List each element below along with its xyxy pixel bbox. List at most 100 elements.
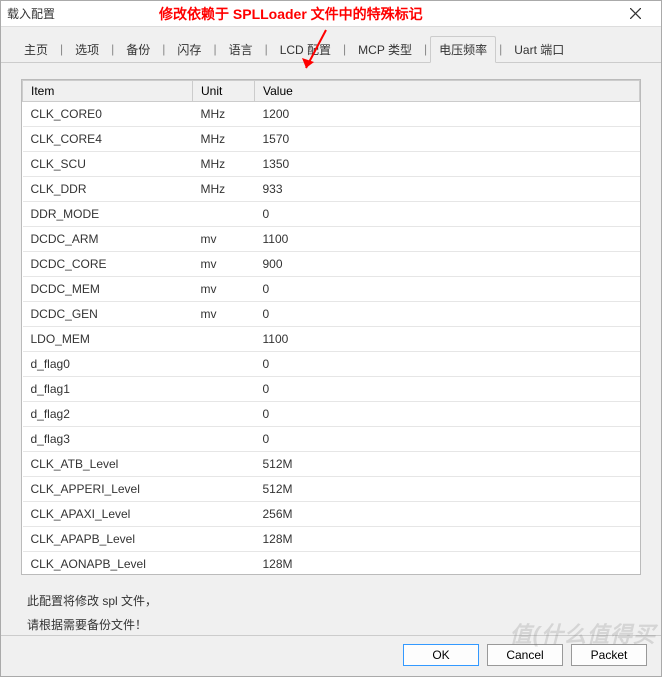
note-line-2: 请根据需要备份文件！ <box>27 613 635 635</box>
table-row[interactable]: DCDC_GENmv0 <box>23 302 640 327</box>
cell-unit <box>193 502 255 527</box>
table-row[interactable]: d_flag30 <box>23 427 640 452</box>
cell-value: 0 <box>255 377 640 402</box>
table-row[interactable]: DCDC_COREmv900 <box>23 252 640 277</box>
cell-value: 1200 <box>255 102 640 127</box>
tab-4[interactable]: 语言 <box>220 36 262 63</box>
cell-item: DCDC_ARM <box>23 227 193 252</box>
annotation-text: 修改依赖于 SPLLoader 文件中的特殊标记 <box>159 4 423 24</box>
notes: 此配置将修改 spl 文件， 请根据需要备份文件！ <box>21 575 641 635</box>
cell-item: DCDC_GEN <box>23 302 193 327</box>
cell-unit: mv <box>193 227 255 252</box>
tab-bar: 主页|选项|备份|闪存|语言|LCD 配置|MCP 类型|电压频率|Uart 端… <box>1 27 661 63</box>
cell-unit <box>193 527 255 552</box>
tab-separator: | <box>110 42 115 56</box>
tab-3[interactable]: 闪存 <box>168 36 210 63</box>
cell-unit: MHz <box>193 177 255 202</box>
table-row[interactable]: CLK_AONAPB_Level 128M <box>23 552 640 576</box>
cell-unit <box>193 452 255 477</box>
cell-value: 1100 <box>255 327 640 352</box>
cell-value: 900 <box>255 252 640 277</box>
table-row[interactable]: DCDC_MEMmv0 <box>23 277 640 302</box>
window-title: 载入配置 <box>7 5 55 22</box>
tab-separator: | <box>59 42 64 56</box>
cell-value: 933 <box>255 177 640 202</box>
cell-unit <box>193 352 255 377</box>
table-row[interactable]: LDO_MEM 1100 <box>23 327 640 352</box>
tab-2[interactable]: 备份 <box>117 36 159 63</box>
tab-1[interactable]: 选项 <box>66 36 108 63</box>
tab-separator: | <box>212 42 217 56</box>
packet-button[interactable]: Packet <box>571 644 647 666</box>
dialog-window: 载入配置 修改依赖于 SPLLoader 文件中的特殊标记 主页|选项|备份|闪… <box>0 0 662 677</box>
table-row[interactable]: d_flag20 <box>23 402 640 427</box>
close-button[interactable] <box>615 2 655 26</box>
cell-item: CLK_ATB_Level <box>23 452 193 477</box>
cell-value: 1350 <box>255 152 640 177</box>
cell-item: CLK_APAXI_Level <box>23 502 193 527</box>
table-row[interactable]: CLK_APPERI_Level 512M <box>23 477 640 502</box>
cell-item: DCDC_CORE <box>23 252 193 277</box>
table-row[interactable]: CLK_DDRMHz933 <box>23 177 640 202</box>
cell-item: d_flag1 <box>23 377 193 402</box>
tab-separator: | <box>264 42 269 56</box>
cell-value: 0 <box>255 352 640 377</box>
cell-unit <box>193 202 255 227</box>
cell-unit <box>193 327 255 352</box>
table-row[interactable]: CLK_APAXI_Level 256M <box>23 502 640 527</box>
cell-item: CLK_AONAPB_Level <box>23 552 193 576</box>
cell-unit <box>193 402 255 427</box>
cell-unit <box>193 477 255 502</box>
cell-item: DDR_MODE <box>23 202 193 227</box>
cell-item: CLK_DDR <box>23 177 193 202</box>
table-row[interactable]: CLK_CORE0MHz1200 <box>23 102 640 127</box>
table-row[interactable]: DDR_MODE0 <box>23 202 640 227</box>
table-row[interactable]: DCDC_ARMmv1100 <box>23 227 640 252</box>
cell-item: CLK_APPERI_Level <box>23 477 193 502</box>
cell-unit <box>193 552 255 576</box>
cell-value: 512M <box>255 477 640 502</box>
col-item[interactable]: Item <box>23 81 193 102</box>
table-row[interactable]: d_flag00 <box>23 352 640 377</box>
cell-item: LDO_MEM <box>23 327 193 352</box>
cell-unit: mv <box>193 302 255 327</box>
tab-separator: | <box>161 42 166 56</box>
tab-separator: | <box>498 42 503 56</box>
cell-value: 1100 <box>255 227 640 252</box>
cell-item: CLK_SCU <box>23 152 193 177</box>
cell-unit: MHz <box>193 152 255 177</box>
cell-value: 1570 <box>255 127 640 152</box>
cell-value: 0 <box>255 277 640 302</box>
table-row[interactable]: CLK_APAPB_Level128M <box>23 527 640 552</box>
cell-item: d_flag2 <box>23 402 193 427</box>
tab-0[interactable]: 主页 <box>15 36 57 63</box>
cell-item: CLK_CORE4 <box>23 127 193 152</box>
table-row[interactable]: CLK_ATB_Level512M <box>23 452 640 477</box>
cell-item: CLK_APAPB_Level <box>23 527 193 552</box>
titlebar: 载入配置 修改依赖于 SPLLoader 文件中的特殊标记 <box>1 1 661 27</box>
table-header-row: Item Unit Value <box>23 81 640 102</box>
cancel-button[interactable]: Cancel <box>487 644 563 666</box>
tab-6[interactable]: MCP 类型 <box>349 36 421 63</box>
tab-8[interactable]: Uart 端口 <box>505 36 573 63</box>
table-row[interactable]: d_flag1 0 <box>23 377 640 402</box>
col-value[interactable]: Value <box>255 81 640 102</box>
table-row[interactable]: CLK_CORE4MHz1570 <box>23 127 640 152</box>
tab-5[interactable]: LCD 配置 <box>271 36 340 63</box>
tab-7[interactable]: 电压频率 <box>430 36 496 63</box>
cell-item: DCDC_MEM <box>23 277 193 302</box>
table-row[interactable]: CLK_SCUMHz1350 <box>23 152 640 177</box>
cell-unit <box>193 427 255 452</box>
cell-unit: mv <box>193 252 255 277</box>
cell-unit <box>193 377 255 402</box>
cell-unit: MHz <box>193 102 255 127</box>
cell-item: CLK_CORE0 <box>23 102 193 127</box>
ok-button[interactable]: OK <box>403 644 479 666</box>
cell-value: 128M <box>255 552 640 576</box>
cell-unit: mv <box>193 277 255 302</box>
col-unit[interactable]: Unit <box>193 81 255 102</box>
cell-value: 256M <box>255 502 640 527</box>
note-line-1: 此配置将修改 spl 文件， <box>27 589 635 613</box>
config-table-wrap[interactable]: Item Unit Value CLK_CORE0MHz1200CLK_CORE… <box>21 79 641 575</box>
close-icon <box>630 8 641 19</box>
